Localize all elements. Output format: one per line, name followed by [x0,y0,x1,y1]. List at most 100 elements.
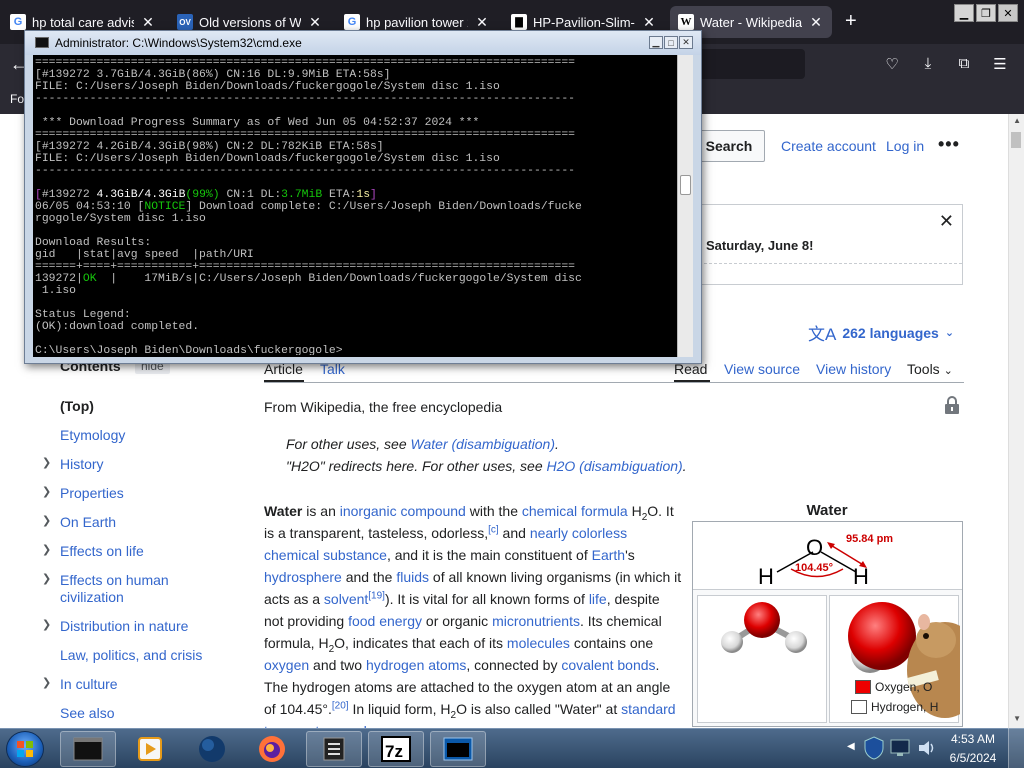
toc-item-history[interactable]: History [60,456,230,473]
close-icon[interactable]: ✕ [939,211,954,232]
7zip-icon: 7z [381,736,411,762]
toc-item-on-earth[interactable]: On Earth [60,514,230,531]
close-icon[interactable]: ✕ [307,14,323,31]
chevron-right-icon[interactable]: ❯ [42,456,51,469]
taskbar-item-7zip[interactable]: 7z [368,731,424,767]
close-button[interactable]: ✕ [998,4,1018,22]
languages-button[interactable]: 文A 262 languages ⌄ [808,320,954,345]
console-text: ========================================… [35,57,582,355]
toc-item-properties[interactable]: Properties [60,485,230,502]
tab-view-source[interactable]: View source [724,361,800,377]
infobox: O H H 104.45° 95.84 pm Oxygen, O Hydroge… [692,521,983,727]
scrollbar-thumb[interactable] [1011,132,1021,148]
close-button[interactable]: ✕ [679,36,693,49]
toc-item-in-culture[interactable]: In culture [60,676,230,693]
taskbar-item-media-player[interactable] [122,731,178,767]
tab-title: Water - Wikipedia [700,14,802,30]
chevron-right-icon[interactable]: ❯ [42,514,51,527]
cmd-window-controls: ▁ □ ✕ [649,36,693,49]
oxygen-swatch [855,680,871,694]
page-scrollbar[interactable] [1008,114,1024,728]
taskbar-item-globe[interactable] [184,731,240,767]
chevron-right-icon[interactable]: ❯ [42,485,51,498]
minimize-button[interactable]: ▁ [649,36,663,49]
toc-item-etymology[interactable]: Etymology [60,427,230,444]
banner-text: Saturday, June 8! [706,238,814,253]
minimize-button[interactable]: ▁ [954,4,974,22]
close-icon[interactable]: ✕ [140,14,156,31]
bookmark-item[interactable]: Fo [10,92,24,106]
pocket-icon[interactable]: ♡ [882,55,902,73]
active-tab-indicator [264,380,304,382]
extensions-icon[interactable]: ⧉ [954,55,974,72]
start-button[interactable] [6,731,44,767]
taskbar-item-cmd[interactable] [430,731,486,767]
url-bar[interactable] [690,49,805,79]
hatnote: For other uses, see Water (disambiguatio… [286,436,559,452]
toc-item-effects-on-life[interactable]: Effects on life [60,543,230,560]
download-icon[interactable]: ⤓ [918,55,938,72]
bond-angle-label: 104.45° [795,562,833,574]
toc-item-distribution-in-nature[interactable]: Distribution in nature [60,618,230,635]
close-icon[interactable]: ✕ [474,14,490,31]
show-desktop-button[interactable] [1008,728,1024,768]
windows-logo-icon [17,741,33,757]
molecule-geometry-diagram: O H H 104.45° 95.84 pm [758,533,893,589]
oldversion-icon: OV [177,14,193,30]
scroll-up-arrow-icon[interactable]: ▲ [1013,116,1021,125]
clock-time[interactable]: 4:53 AM [950,732,996,746]
water-molecule-diagram[interactable]: O H H 104.45° 95.84 pm [693,522,962,590]
active-tab-indicator [674,380,710,382]
toc-item-effects-on-human-civilization[interactable]: Effects on human civilization [60,572,230,606]
tray-expand-icon[interactable]: ◀ [847,741,855,752]
taskbar-item-firefox[interactable] [244,731,300,767]
tools-menu[interactable]: Tools ⌄ [907,361,953,377]
tabs-divider [264,382,964,383]
toc-item-law-politics-crisis[interactable]: Law, politics, and crisis [60,647,230,664]
document-icon: ▇ [511,14,527,30]
google-icon: G [10,14,26,30]
google-icon: G [344,14,360,30]
disambiguation-link[interactable]: Water (disambiguation) [411,436,555,452]
media-player-icon [138,737,162,761]
more-options-icon[interactable]: ••• [938,134,960,155]
console-output[interactable]: ========================================… [33,55,693,357]
cmd-window-title: Administrator: C:\Windows\System32\cmd.e… [55,36,302,50]
firefox-icon [259,736,285,762]
maximize-button[interactable]: ❐ [976,4,996,22]
site-subtitle: From Wikipedia, the free encyclopedia [264,399,503,415]
create-account-link[interactable]: Create account [781,138,876,154]
notice-banner: Saturday, June 8! ✕ [693,204,963,285]
command-prompt-window[interactable]: Administrator: C:\Windows\System32\cmd.e… [24,30,702,364]
scrollbar-thumb[interactable] [680,175,691,195]
volume-icon[interactable] [917,738,937,758]
close-icon[interactable]: ✕ [808,14,824,31]
cmd-title-bar[interactable]: Administrator: C:\Windows\System32\cmd.e… [25,31,701,55]
toc-item-see-also[interactable]: See also [60,705,230,722]
toc-item-top[interactable]: (Top) [60,398,230,415]
globe-icon [199,736,225,762]
log-in-link[interactable]: Log in [886,138,924,154]
chevron-right-icon[interactable]: ❯ [42,543,51,556]
chevron-right-icon[interactable]: ❯ [42,572,51,585]
menu-icon[interactable]: ☰ [990,55,1010,73]
search-button[interactable]: Search [693,130,765,162]
tab-view-history[interactable]: View history [816,361,891,377]
taskbar-item-cmd-manager[interactable] [60,731,116,767]
clock-date[interactable]: 6/5/2024 [947,751,999,765]
chevron-right-icon[interactable]: ❯ [42,676,51,689]
disambiguation-link[interactable]: H2O (disambiguation) [547,458,683,474]
lead-paragraph: Water is an inorganic compound with the … [264,503,682,728]
cmd-icon [35,37,49,48]
scroll-down-arrow-icon[interactable]: ▼ [1013,714,1021,723]
taskbar-item-notepad[interactable] [306,731,362,767]
maximize-button[interactable]: □ [664,36,678,49]
shield-icon[interactable] [863,735,885,761]
cmd-scrollbar[interactable] [677,55,693,357]
ball-and-stick-model-image[interactable] [697,595,827,723]
tab-title: hp pavilion tower 20 [366,14,468,30]
close-icon[interactable]: ✕ [641,14,657,31]
network-icon[interactable] [889,738,913,758]
new-tab-button[interactable]: + [845,10,857,33]
chevron-right-icon[interactable]: ❯ [42,618,51,631]
